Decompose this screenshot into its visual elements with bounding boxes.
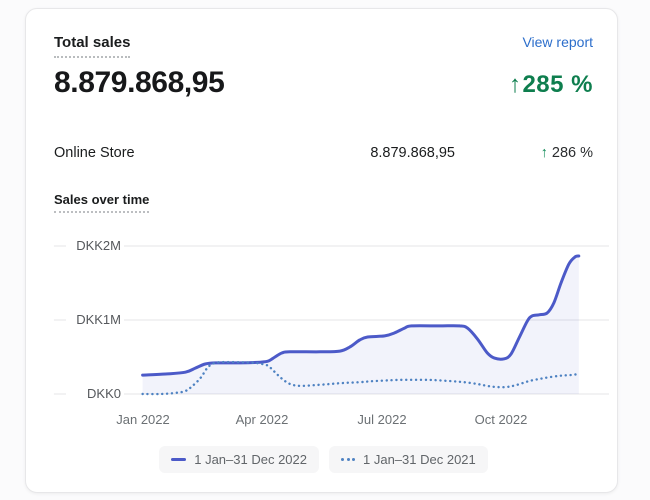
- chart-heading[interactable]: Sales over time: [54, 192, 150, 213]
- metric-title[interactable]: Total sales: [54, 34, 131, 58]
- legend-label: 1 Jan–31 Dec 2022: [194, 452, 307, 467]
- channel-value: 8.879.868,95: [370, 145, 455, 161]
- arrow-up-icon: ↑: [508, 71, 522, 98]
- view-report-link[interactable]: View report: [522, 34, 593, 50]
- total-sales-change-badge: ↑285 %: [509, 71, 593, 99]
- legend-label: 1 Jan–31 Dec 2021: [363, 452, 476, 467]
- solid-line-icon: [171, 458, 187, 461]
- y-axis-label: DKK1M: [66, 311, 124, 329]
- dotted-line-icon: [341, 458, 355, 461]
- x-axis-label: Apr 2022: [235, 412, 289, 427]
- channel-breakdown-row: Online Store 8.879.868,95 ↑ 286 %: [54, 145, 593, 161]
- x-axis-label: Oct 2022: [474, 412, 528, 427]
- total-sales-value: 8.879.868,95: [54, 66, 225, 99]
- sales-over-time-chart: DKK0 DKK1M DKK2M Jan 2022 Apr 2022 Jul 2022 Oc…: [26, 226, 617, 432]
- x-axis-label: Jul 2022: [357, 412, 407, 427]
- y-axis-label: DKK2M: [66, 237, 124, 255]
- channel-change: 286 %: [551, 145, 593, 161]
- total-sales-card: Total sales View report 8.879.868,95 ↑28…: [25, 8, 618, 493]
- series-area-fill: [142, 256, 579, 394]
- channel-change-badge: ↑ 286 %: [497, 145, 593, 161]
- legend-item: 1 Jan–31 Dec 2021: [329, 446, 488, 473]
- legend-item: 1 Jan–31 Dec 2022: [159, 446, 319, 473]
- metric-value-row: 8.879.868,95 ↑285 %: [54, 66, 593, 100]
- y-axis-label: DKK0: [66, 385, 124, 403]
- card-header: Total sales View report: [54, 34, 593, 58]
- chart-legend: 1 Jan–31 Dec 2022 1 Jan–31 Dec 2021: [54, 446, 593, 473]
- total-sales-change: 285 %: [522, 71, 593, 98]
- arrow-up-icon: ↑: [540, 145, 548, 161]
- x-axis-label: Jan 2022: [116, 412, 170, 427]
- channel-name: Online Store: [54, 145, 135, 161]
